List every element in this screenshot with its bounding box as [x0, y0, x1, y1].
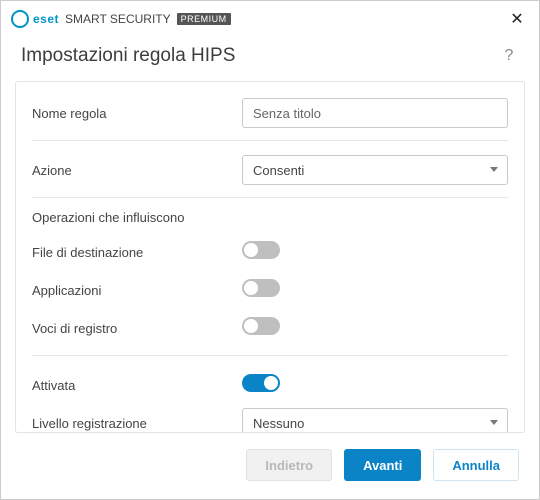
dialog-window: eset SMART SECURITY PREMIUM ✕ Impostazio…	[0, 0, 540, 500]
brand-logo: eset	[11, 10, 59, 28]
ops-section-title: Operazioni che influiscono	[32, 210, 508, 225]
row-log-level: Livello registrazione Nessuno	[32, 406, 508, 433]
action-label: Azione	[32, 163, 242, 178]
next-button[interactable]: Avanti	[344, 449, 421, 481]
action-select-wrap: Consenti	[242, 155, 508, 185]
registry-toggle[interactable]	[242, 317, 280, 335]
brand-name: eset	[33, 12, 59, 26]
target-files-toggle[interactable]	[242, 241, 280, 259]
row-enabled: Attivata	[32, 368, 508, 402]
close-button[interactable]: ✕	[505, 7, 529, 31]
log-level-select-wrap: Nessuno	[242, 408, 508, 433]
log-level-select[interactable]: Nessuno	[242, 408, 508, 433]
next-button-label: Avanti	[363, 458, 402, 473]
help-icon: ?	[505, 47, 514, 64]
cancel-button-label: Annulla	[452, 458, 500, 473]
titlebar: eset SMART SECURITY PREMIUM ✕	[1, 1, 539, 35]
divider	[32, 197, 508, 198]
close-icon: ✕	[510, 9, 523, 29]
divider	[32, 355, 508, 356]
rule-name-label: Nome regola	[32, 106, 242, 121]
page-title: Impostazioni regola HIPS	[21, 45, 235, 67]
back-button-label: Indietro	[265, 458, 313, 473]
apps-label: Applicazioni	[32, 283, 242, 298]
enabled-label: Attivata	[32, 378, 242, 393]
enabled-toggle[interactable]	[242, 374, 280, 392]
brand-edition-badge: PREMIUM	[177, 13, 231, 25]
brand-product: SMART SECURITY	[65, 12, 171, 26]
row-rule-name: Nome regola	[32, 96, 508, 130]
help-button[interactable]: ?	[499, 47, 519, 65]
log-level-label: Livello registrazione	[32, 416, 242, 431]
dialog-footer: Indietro Avanti Annulla	[1, 433, 539, 499]
dialog-header: Impostazioni regola HIPS ?	[1, 35, 539, 81]
back-button: Indietro	[246, 449, 332, 481]
cancel-button[interactable]: Annulla	[433, 449, 519, 481]
row-apps: Applicazioni	[32, 273, 508, 307]
divider	[32, 140, 508, 141]
row-target-files: File di destinazione	[32, 235, 508, 269]
row-action: Azione Consenti	[32, 153, 508, 187]
settings-panel: Nome regola Azione Consenti Operazioni c…	[15, 81, 525, 433]
row-registry: Voci di registro	[32, 311, 508, 345]
target-files-label: File di destinazione	[32, 245, 242, 260]
rule-name-input[interactable]	[242, 98, 508, 128]
action-select[interactable]: Consenti	[242, 155, 508, 185]
registry-label: Voci di registro	[32, 321, 242, 336]
apps-toggle[interactable]	[242, 279, 280, 297]
